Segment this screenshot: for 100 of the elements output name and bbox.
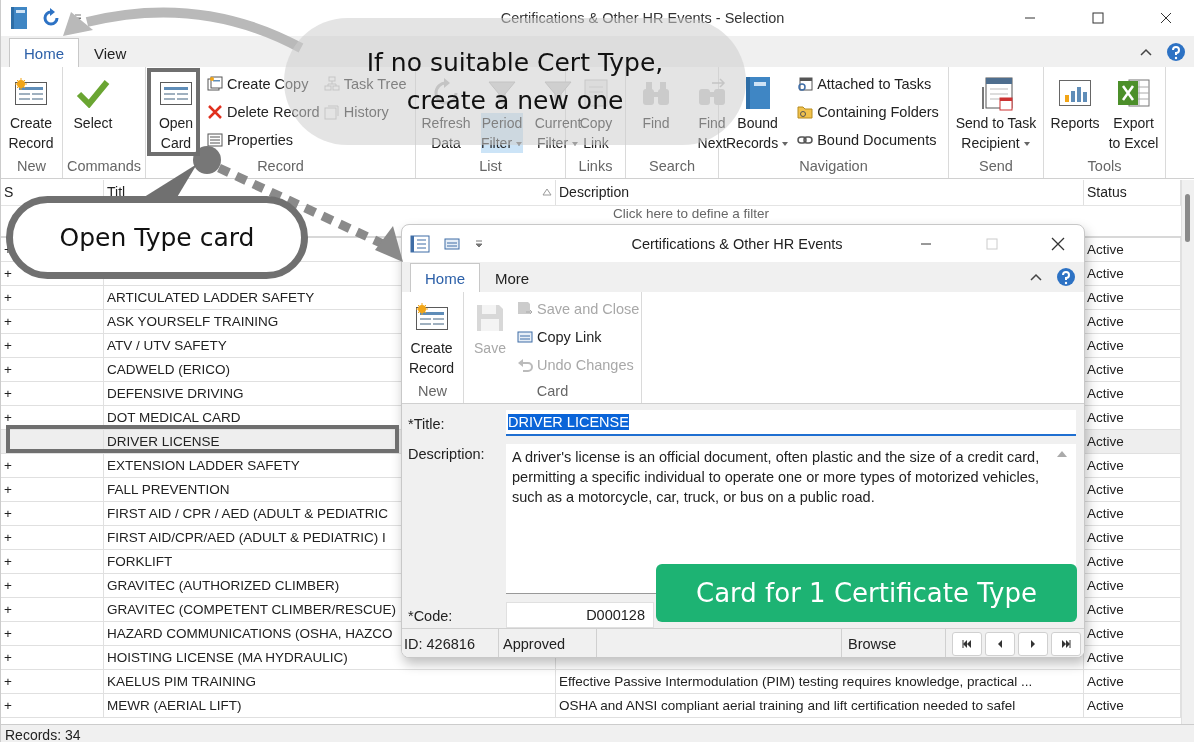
expand-sign[interactable]: +	[4, 338, 12, 353]
close-icon	[1160, 12, 1172, 24]
document-lines-icon	[410, 234, 430, 253]
ribbon-button[interactable]: Open Card	[158, 113, 194, 153]
title-cell: FORKLIFT	[107, 554, 173, 569]
title-field[interactable]: DRIVER LICENSE	[506, 410, 1076, 436]
status-cell: Active	[1087, 482, 1124, 497]
text-field-icon	[517, 329, 533, 345]
help-icon	[1166, 41, 1186, 62]
status-cell: Active	[1087, 386, 1124, 401]
bar-chart-icon	[1058, 78, 1093, 108]
status-cell: Active	[1087, 338, 1124, 353]
sort-icon	[542, 188, 552, 196]
delete-icon	[207, 104, 223, 120]
last-record-button[interactable]	[1051, 632, 1081, 656]
last-icon	[1061, 640, 1071, 648]
caption-tooltip: Card for 1 Certificate Type	[656, 564, 1077, 622]
ribbon-button[interactable]: Export to Excel	[1108, 113, 1159, 153]
title-cell: ASK YOURSELF TRAINING	[107, 314, 279, 329]
ribbon-button[interactable]: Attached to Tasks	[797, 74, 939, 94]
title-cell: GRAVITEC (AUTHORIZED CLIMBER)	[107, 578, 340, 593]
ribbon-button[interactable]: Create Copy	[207, 74, 320, 94]
title-cell: CADWELD (ERICO)	[107, 362, 230, 377]
expand-sign[interactable]: +	[4, 482, 12, 497]
status-cell: Active	[1087, 506, 1124, 521]
expand-sign[interactable]: +	[4, 698, 12, 713]
title-cell: GRAVITEC (COMPETENT CLIMBER/RESCUE)	[107, 602, 397, 617]
status-cell: Active	[1087, 242, 1124, 257]
ribbon-tab[interactable]: Home	[410, 263, 480, 292]
ribbon-tab[interactable]: Home	[9, 38, 79, 67]
scrollbar[interactable]	[1181, 180, 1194, 724]
expand-sign[interactable]: +	[4, 290, 12, 305]
expand-sign[interactable]: +	[4, 530, 12, 545]
filter-row-hint[interactable]: Click here to define a filter	[612, 206, 770, 221]
title-cell: MEWR (AERIAL LIFT)	[107, 698, 242, 713]
title-cell: ARTICULATED LADDER SAFETY	[107, 290, 315, 305]
caret-icon	[781, 141, 790, 148]
group-label: Links	[577, 157, 614, 176]
status-cell: Active	[1087, 362, 1124, 377]
title-cell: FALL PREVENTION	[107, 482, 230, 497]
folder-icon	[797, 104, 814, 120]
table-row[interactable]: + KAELUS PIM TRAINING Effective Passive Intermodulation (PIM) testing requires knowledge, practical ... Active	[1, 670, 1181, 694]
title-cell: FIRST AID / CPR / AED (ADULT & PEDIATRIC	[107, 506, 389, 521]
first-record-button[interactable]	[952, 632, 982, 656]
table-row[interactable]: + MEWR (AERIAL LIFT) OSHA and ANSI compliant aerial training and lift certification needed to safel Active	[1, 694, 1181, 718]
ribbon-button[interactable]: Select	[73, 113, 113, 133]
ribbon-button[interactable]: Bound Documents	[797, 130, 939, 150]
expand-sign[interactable]: +	[4, 554, 12, 569]
column-header[interactable]: Description	[556, 180, 1084, 205]
book-icon	[9, 6, 29, 30]
ribbon-button[interactable]: Delete Record	[207, 102, 320, 122]
checkmark-icon	[76, 78, 110, 108]
ribbon-tab[interactable]: More	[480, 263, 545, 292]
ribbon-button[interactable]: Reports	[1050, 113, 1100, 133]
ribbon-button[interactable]: Find Next	[697, 113, 727, 153]
title-cell: DOT MEDICAL CARD	[107, 410, 241, 425]
calendar-search-icon	[797, 76, 814, 92]
group-label: Record	[256, 157, 305, 176]
ribbon-button[interactable]: Containing Folders	[797, 102, 939, 122]
expand-sign[interactable]: +	[4, 458, 12, 473]
expand-sign[interactable]: +	[4, 674, 12, 689]
status-cell: Active	[1087, 554, 1124, 569]
expand-sign[interactable]: +	[4, 410, 12, 425]
help-icon	[1056, 267, 1076, 287]
refresh-icon	[41, 8, 61, 28]
mode-label: Browse	[842, 629, 946, 657]
expand-sign[interactable]: +	[4, 578, 12, 593]
title-cell: FIRST AID/CPR/AED (ADULT & PEDIATRIC) I	[107, 530, 386, 545]
expand-sign[interactable]: +	[4, 362, 12, 377]
maximize-icon	[1092, 12, 1104, 24]
group-label: List	[478, 157, 503, 176]
expand-sign[interactable]: +	[4, 626, 12, 641]
undo-icon	[517, 357, 533, 373]
ribbon-tab[interactable]: View	[79, 38, 142, 67]
next-icon	[1030, 640, 1036, 648]
ribbon-button[interactable]: Create Record	[405, 296, 459, 380]
stacked-pages-icon	[323, 104, 340, 120]
ribbon-button[interactable]: Copy Link	[517, 327, 640, 347]
caret-icon	[571, 141, 580, 148]
title-cell: EXTENSION LADDER SAFETY	[107, 458, 300, 473]
customize-icon	[474, 238, 484, 249]
status-cell: Active	[1087, 578, 1124, 593]
ribbon-button[interactable]: Bound Records	[726, 113, 790, 153]
status-cell: Active	[1087, 290, 1124, 305]
expand-sign[interactable]: +	[4, 602, 12, 617]
collapse-icon	[1030, 273, 1042, 281]
expand-sign[interactable]: +	[4, 386, 12, 401]
expand-sign[interactable]: +	[4, 506, 12, 521]
status-cell: Active	[1087, 674, 1124, 689]
code-field[interactable]: D000128	[506, 602, 654, 628]
ribbon-button[interactable]: Send to Task Recipient	[955, 113, 1037, 153]
expand-sign[interactable]: +	[4, 314, 12, 329]
list-icon	[207, 132, 223, 148]
ribbon-button[interactable]: Create Record	[8, 113, 54, 153]
status-cell: Active	[1087, 626, 1124, 641]
expand-sign[interactable]: +	[4, 650, 12, 665]
status-cell: Active	[1087, 410, 1124, 425]
scroll-up-icon	[1056, 450, 1068, 458]
close-icon	[1051, 236, 1065, 251]
group-label: New	[417, 382, 448, 401]
